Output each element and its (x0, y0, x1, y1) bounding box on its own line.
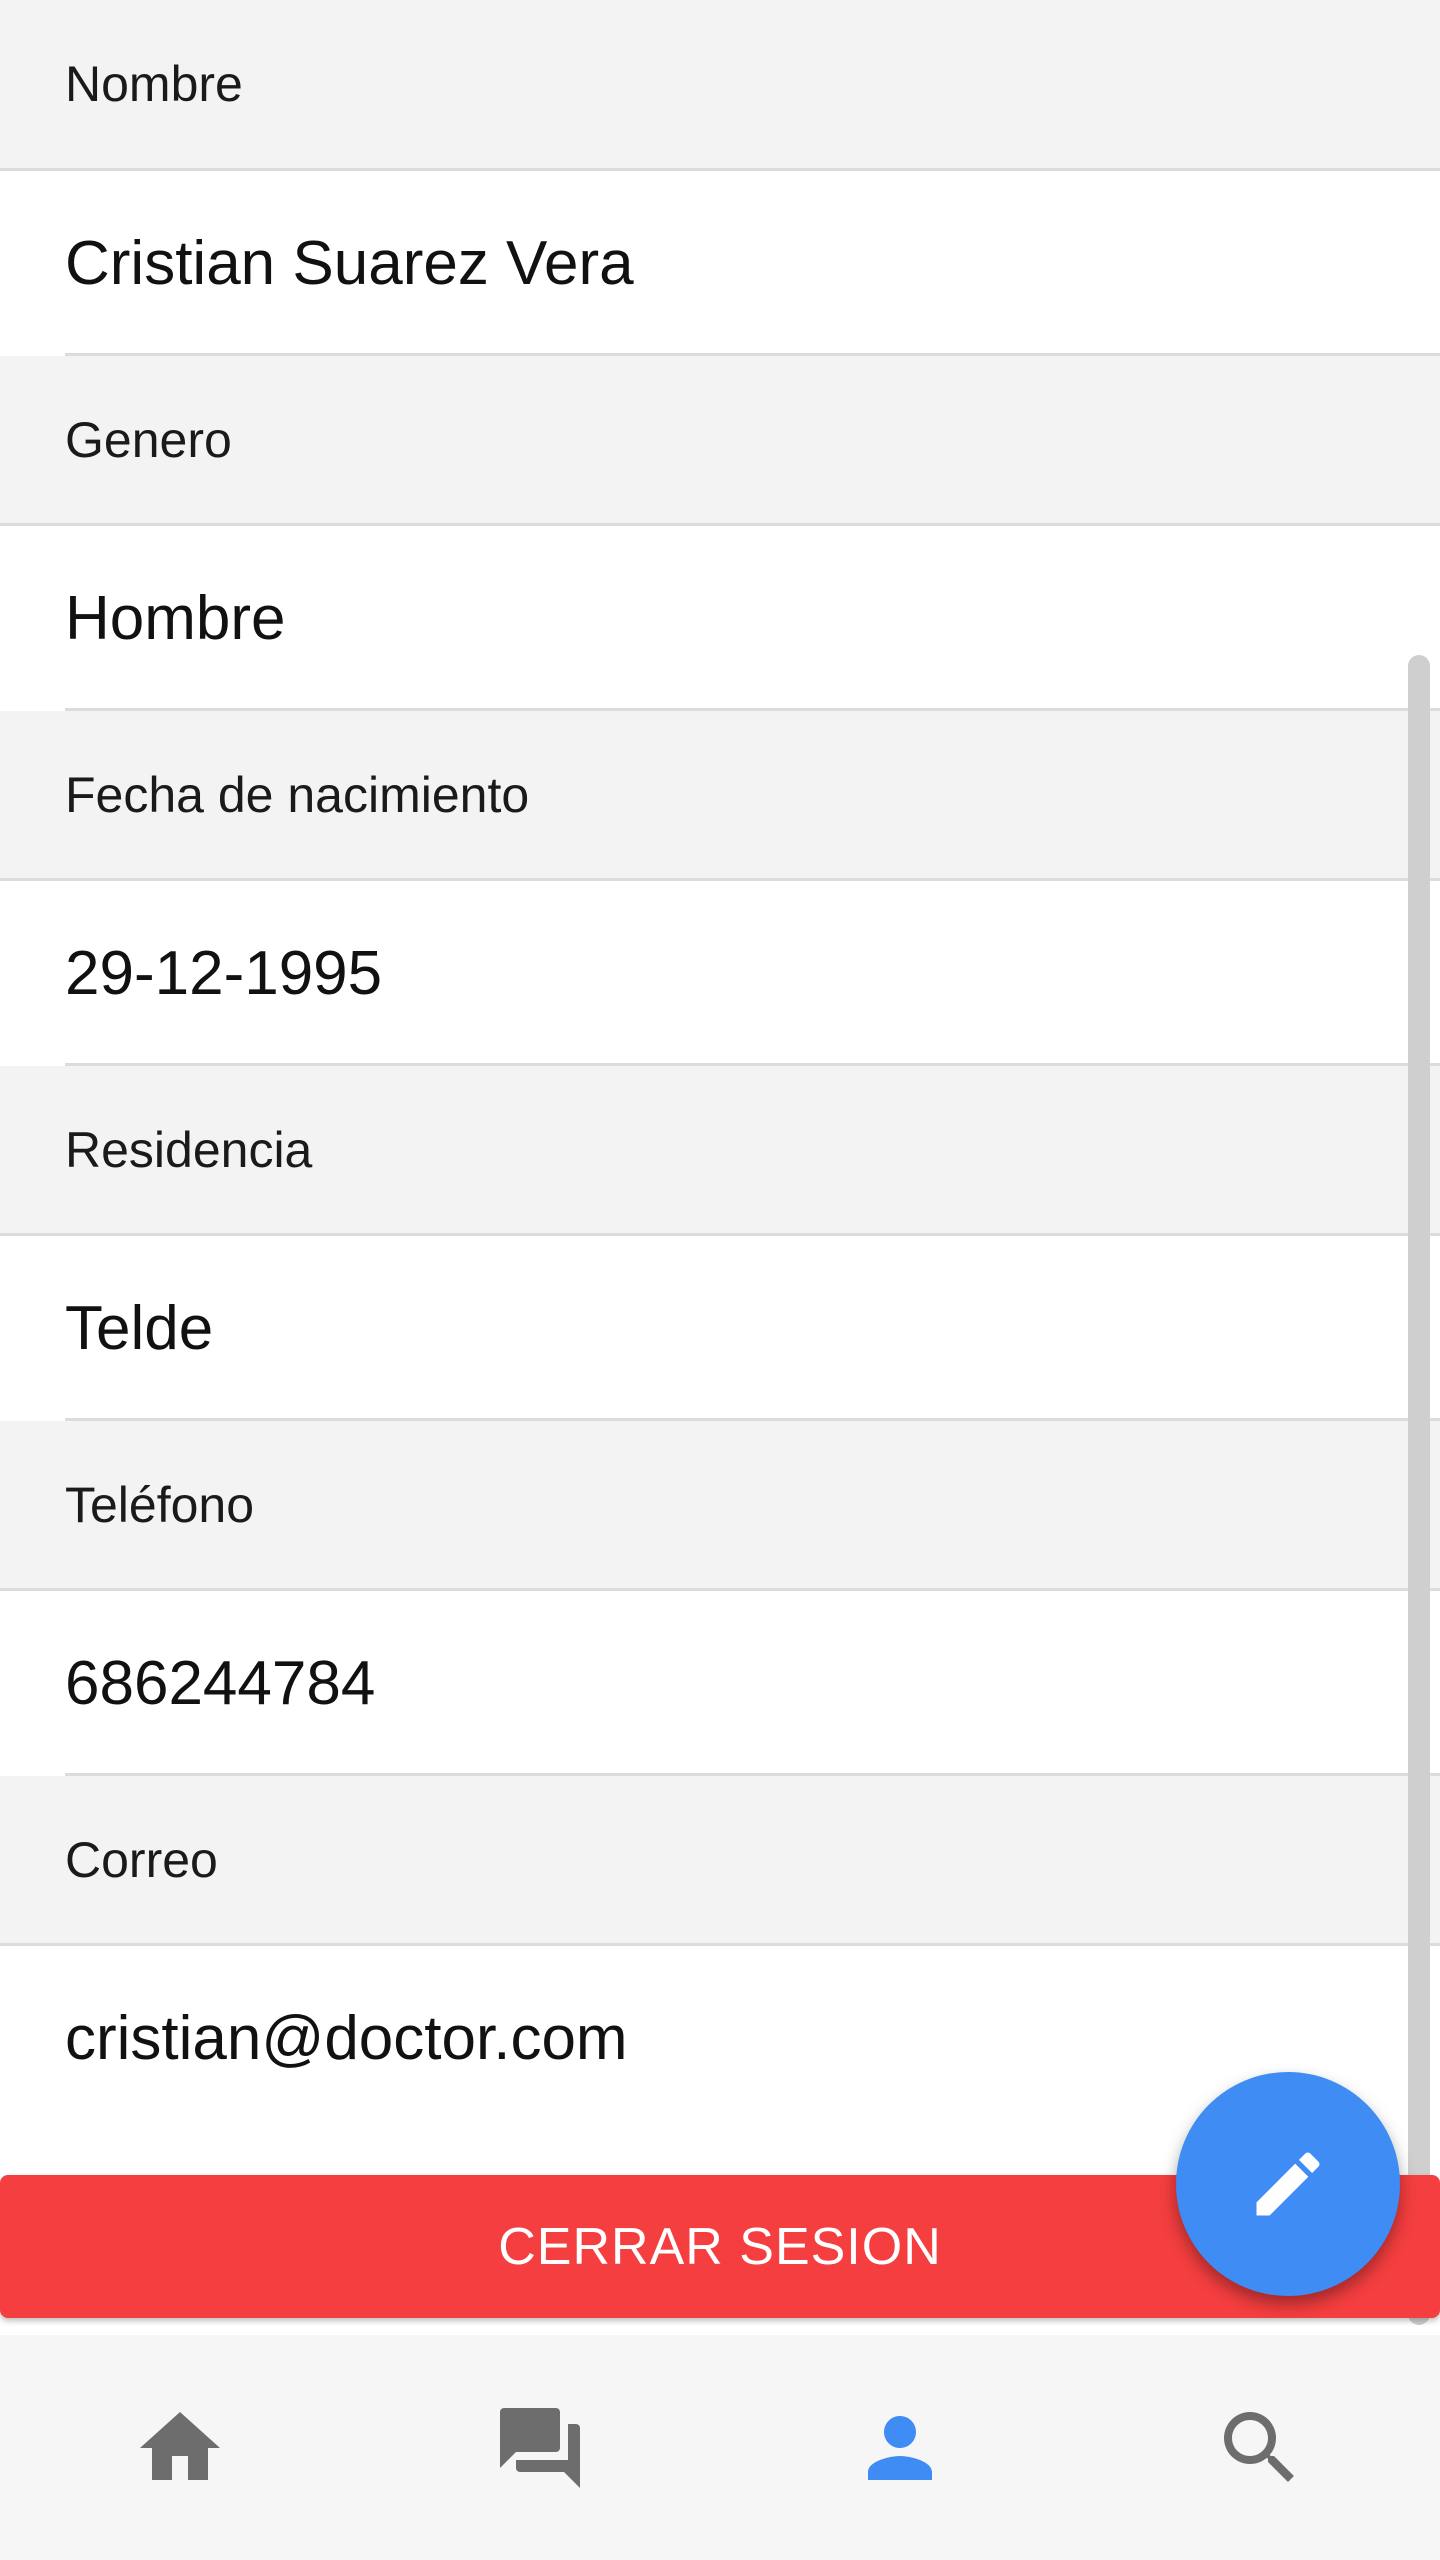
nav-item-profile[interactable] (720, 2335, 1080, 2560)
field-value-birthdate: 29-12-1995 (0, 881, 1440, 1066)
field-value-residence: Telde (0, 1236, 1440, 1421)
field-label-email: Correo (0, 1776, 1440, 1946)
nav-item-home[interactable] (0, 2335, 360, 2560)
field-value-gender: Hombre (0, 526, 1440, 711)
scrollbar[interactable] (1408, 655, 1430, 2325)
nav-item-chat[interactable] (360, 2335, 720, 2560)
field-label-birthdate: Fecha de nacimiento (0, 711, 1440, 881)
chat-icon (500, 2407, 580, 2488)
home-icon (140, 2411, 220, 2480)
bottom-navigation (0, 2335, 1440, 2560)
person-icon (868, 2415, 932, 2480)
edit-profile-button[interactable] (1176, 2072, 1400, 2296)
field-label-name: Nombre (0, 0, 1440, 171)
profile-screen: Nombre Cristian Suarez Vera Genero Hombr… (0, 0, 1440, 2560)
pencil-icon (1256, 2152, 1320, 2216)
field-label-residence: Residencia (0, 1066, 1440, 1236)
field-value-phone: 686244784 (0, 1591, 1440, 1776)
field-label-phone: Teléfono (0, 1421, 1440, 1591)
profile-list: Nombre Cristian Suarez Vera Genero Hombr… (0, 0, 1440, 2131)
field-value-name: Cristian Suarez Vera (0, 171, 1440, 356)
field-label-gender: Genero (0, 356, 1440, 526)
search-icon (1224, 2411, 1294, 2482)
nav-item-search[interactable] (1080, 2335, 1440, 2560)
